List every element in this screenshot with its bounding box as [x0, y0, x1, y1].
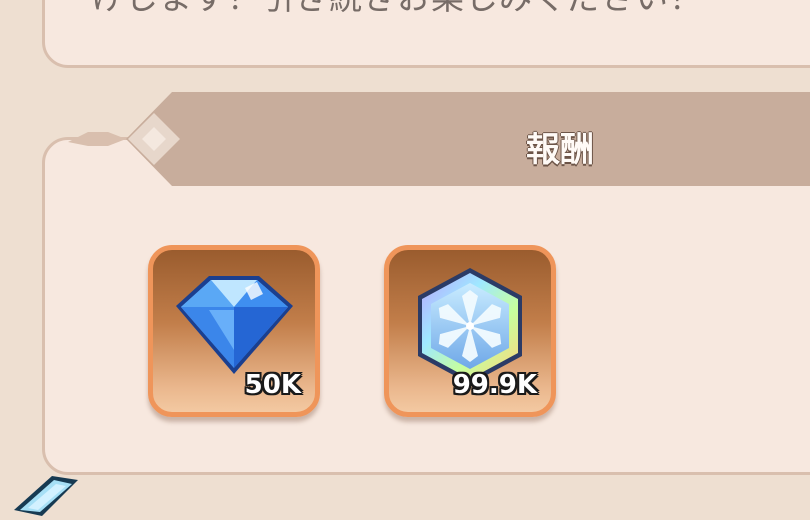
reward-title: 報酬	[526, 130, 594, 170]
message-text: けします！引き続きお楽しみください！	[91, 0, 703, 19]
ornament-icon	[68, 113, 180, 165]
message-panel: けします！引き続きお楽しみください！	[42, 0, 810, 68]
reward-item-crystal[interactable]: 99.9K	[384, 245, 556, 417]
reward-quantity: 50K	[244, 370, 301, 400]
reward-header-band	[126, 92, 810, 186]
pencil-icon[interactable]	[8, 470, 88, 520]
reward-item-diamond[interactable]: 50K	[148, 245, 320, 417]
reward-screen: けします！引き続きお楽しみください！ 報酬 50K	[0, 0, 810, 520]
reward-quantity: 99.9K	[452, 370, 537, 400]
